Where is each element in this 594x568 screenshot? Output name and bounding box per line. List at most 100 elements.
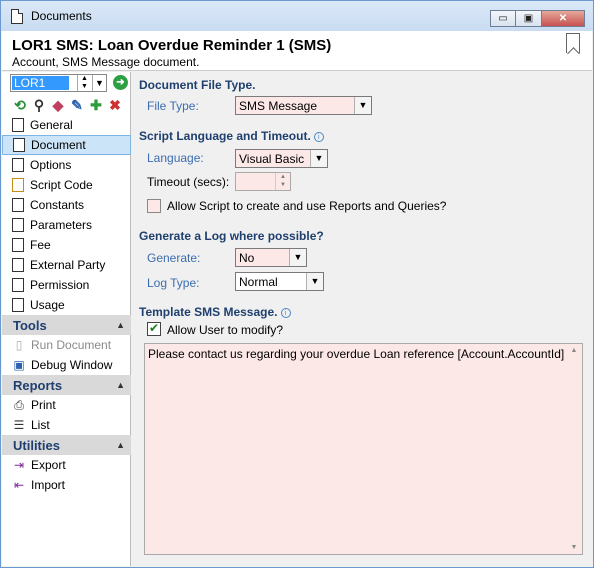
document-icon: [11, 8, 23, 24]
page-icon: [12, 118, 24, 132]
record-selector-value[interactable]: LOR1 SMS: [12, 76, 69, 104]
record-spinner[interactable]: ▲ ▼: [77, 75, 91, 91]
page-icon: [13, 138, 25, 152]
sidebar-item-constants[interactable]: Constants: [2, 195, 131, 215]
sidebar-item-script-code[interactable]: Script Code: [2, 175, 131, 195]
sidebar-item-external-party[interactable]: External Party: [2, 255, 131, 275]
allow-reports-checkbox[interactable]: [147, 199, 161, 213]
allow-modify-label: Allow User to modify?: [167, 323, 284, 337]
sidebar-item-label: Document: [31, 138, 86, 152]
page-icon: [12, 158, 24, 172]
page-icon: [12, 218, 24, 232]
page-subtitle: Account, SMS Message document.: [12, 55, 200, 69]
chevron-down-icon[interactable]: ▼: [289, 249, 306, 266]
sidebar-item-print[interactable]: ⎙ Print: [2, 395, 131, 415]
bookmark-icon[interactable]: [566, 33, 580, 53]
list-icon: ☰: [13, 418, 25, 432]
sidebar-item-label: General: [30, 118, 73, 132]
record-selector[interactable]: LOR1 SMS ▲ ▼ ▼: [10, 74, 107, 104]
tools-section-header[interactable]: Tools ▲: [2, 315, 131, 335]
scroll-up-icon[interactable]: ▲: [566, 347, 582, 354]
section-title: Utilities: [13, 437, 60, 453]
maximize-button[interactable]: ▣: [516, 10, 542, 27]
chevron-down-icon[interactable]: ▼: [306, 273, 323, 290]
language-value: Visual Basic: [239, 152, 305, 166]
sidebar-item-fee[interactable]: Fee: [2, 235, 131, 255]
collapse-icon[interactable]: ▲: [116, 440, 125, 450]
sidebar-item-parameters[interactable]: Parameters: [2, 215, 131, 235]
sms-message-textarea[interactable]: Please contact us regarding your overdue…: [144, 343, 583, 555]
sidebar-item-general[interactable]: General: [2, 115, 131, 135]
generate-select[interactable]: No ▼: [235, 248, 307, 267]
chevron-down-icon[interactable]: ▼: [92, 75, 106, 91]
collapse-icon[interactable]: ▲: [116, 320, 125, 330]
timeout-spinner[interactable]: ▲ ▼: [275, 173, 290, 190]
page-icon: ▯: [15, 338, 23, 352]
info-icon[interactable]: i: [313, 132, 324, 142]
sidebar-item-debug-window[interactable]: ▣ Debug Window: [2, 355, 131, 375]
chevron-down-icon[interactable]: ▼: [310, 150, 327, 167]
collapse-icon[interactable]: ▲: [116, 380, 125, 390]
scroll-down-icon[interactable]: ▼: [566, 544, 582, 551]
timeout-input[interactable]: ▲ ▼: [235, 172, 291, 191]
page-icon: [12, 238, 24, 252]
pencil-icon[interactable]: ✎: [69, 97, 85, 113]
sidebar-item-run-document[interactable]: ▯ Run Document: [2, 335, 131, 355]
allow-modify-checkbox[interactable]: [147, 321, 161, 336]
sidebar-toolbar: ⟲ ⚲ ◆ ✎ ✚ ✖: [12, 96, 123, 114]
main-panel: Document File Type. File Type: SMS Messa…: [132, 72, 593, 566]
page-icon: [12, 258, 24, 272]
file-type-label: File Type:: [147, 99, 199, 113]
export-icon: ⇥: [13, 458, 25, 472]
vertical-scrollbar[interactable]: ▲ ▼: [566, 344, 582, 554]
chevron-down-icon[interactable]: ▼: [354, 97, 371, 114]
info-icon[interactable]: i: [280, 308, 291, 318]
sidebar-item-label: Print: [31, 398, 56, 412]
log-type-value: Normal: [239, 275, 278, 289]
utilities-section-header[interactable]: Utilities ▲: [2, 435, 131, 455]
title-bar: Documents ▭ ▣ ✕: [1, 1, 593, 31]
history-icon[interactable]: ⟲: [12, 97, 28, 113]
sidebar-item-usage[interactable]: Usage: [2, 295, 131, 315]
sidebar-item-label: Run Document: [31, 338, 112, 352]
eraser-icon[interactable]: ◆: [50, 97, 66, 113]
section-title: Reports: [13, 377, 63, 393]
sidebar-item-label: Export: [31, 458, 66, 472]
import-icon: ⇤: [13, 478, 25, 492]
close-button[interactable]: ✕: [542, 10, 585, 27]
file-type-select[interactable]: SMS Message ▼: [235, 96, 372, 115]
sidebar-item-label: Permission: [30, 278, 90, 292]
page-icon: [12, 298, 24, 312]
sidebar-item-permission[interactable]: Permission: [2, 275, 131, 295]
binoculars-icon[interactable]: ⚲: [31, 97, 47, 113]
sidebar-item-label: Debug Window: [31, 358, 113, 372]
delete-icon[interactable]: ✖: [107, 97, 123, 113]
sidebar-item-import[interactable]: ⇤ Import: [2, 475, 131, 495]
minimize-button[interactable]: ▭: [490, 10, 516, 27]
nav-list: General Document Options Script Code Con…: [2, 115, 131, 495]
template-title-text: Template SMS Message.: [139, 305, 278, 319]
timeout-label: Timeout (secs):: [147, 175, 230, 189]
document-header: LOR1 SMS: Loan Overdue Reminder 1 (SMS) …: [2, 31, 592, 71]
go-arrow-icon[interactable]: ➜: [113, 75, 128, 90]
doc-file-type-title: Document File Type.: [139, 78, 256, 92]
sidebar-item-document[interactable]: Document: [2, 135, 131, 155]
window-controls: ▭ ▣ ✕: [490, 10, 585, 27]
sidebar-item-export[interactable]: ⇥ Export: [2, 455, 131, 475]
add-icon[interactable]: ✚: [88, 97, 104, 113]
log-section-title: Generate a Log where possible?: [139, 229, 324, 243]
language-select[interactable]: Visual Basic ▼: [235, 149, 328, 168]
sidebar-item-options[interactable]: Options: [2, 155, 131, 175]
generate-label: Generate:: [147, 251, 201, 265]
sidebar-item-label: Script Code: [30, 178, 93, 192]
window-title: Documents: [31, 9, 92, 23]
template-section-title: Template SMS Message. i: [139, 305, 291, 319]
reports-section-header[interactable]: Reports ▲: [2, 375, 131, 395]
documents-window: Documents ▭ ▣ ✕ LOR1 SMS: Loan Overdue R…: [0, 0, 594, 568]
sidebar-item-label: Fee: [30, 238, 51, 252]
section-title: Tools: [13, 317, 47, 333]
log-type-select[interactable]: Normal ▼: [235, 272, 324, 291]
page-title: LOR1 SMS: Loan Overdue Reminder 1 (SMS): [12, 37, 332, 54]
sidebar-item-label: List: [31, 418, 50, 432]
sidebar-item-list[interactable]: ☰ List: [2, 415, 131, 435]
